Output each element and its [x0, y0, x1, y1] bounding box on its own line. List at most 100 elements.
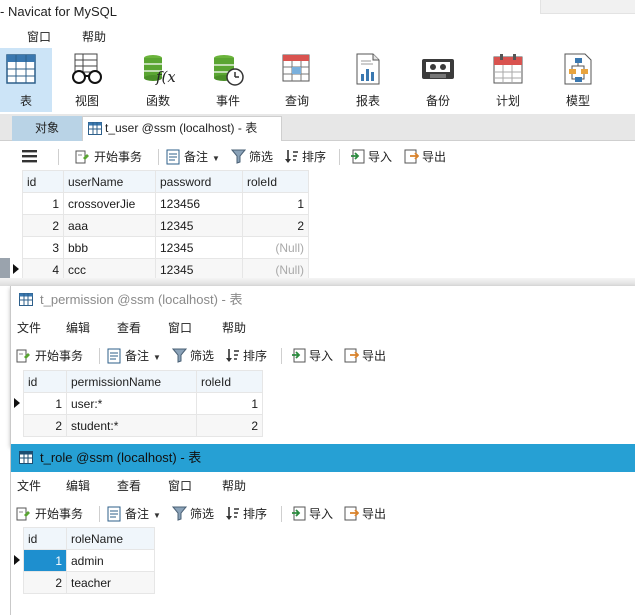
import-button[interactable]: 导入	[291, 505, 333, 523]
toolbar-report-button[interactable]: 报表	[337, 48, 399, 112]
tab-t-user[interactable]: t_user @ssm (localhost) - 表	[82, 116, 282, 141]
table-row[interactable]: 2 aaa 12345 2	[22, 214, 309, 237]
table-window-icon	[19, 451, 33, 464]
column-header-roleid[interactable]: roleId	[242, 170, 309, 193]
cell-id[interactable]: 2	[22, 214, 64, 237]
cell-roleid-null[interactable]: (Null)	[242, 236, 309, 259]
cell-id-selected[interactable]: 1	[23, 549, 67, 572]
menu-window[interactable]: 窗口	[168, 319, 192, 336]
filter-button[interactable]: 筛选	[171, 505, 214, 523]
t-user-grid: id userName password roleId 1 crossoverJ…	[22, 170, 309, 281]
memo-dropdown-caret-icon[interactable]: ▼	[153, 353, 161, 362]
t-permission-window: t_permission @ssm (localhost) - 表 文件 编辑 …	[10, 286, 635, 446]
import-button[interactable]: 导入	[350, 148, 392, 166]
export-button[interactable]: 导出	[404, 148, 446, 166]
export-icon	[344, 348, 360, 363]
menu-hamburger-icon[interactable]	[22, 147, 41, 165]
sort-button[interactable]: 排序	[225, 505, 267, 523]
menu-window[interactable]: 窗口	[27, 28, 51, 45]
t-permission-title: t_permission @ssm (localhost) - 表	[40, 292, 243, 307]
table-row[interactable]: 2 teacher	[23, 571, 155, 594]
tab-objects[interactable]: 对象	[12, 116, 82, 141]
column-header-id[interactable]: id	[23, 527, 67, 550]
cell-username[interactable]: aaa	[63, 214, 156, 237]
cell-id[interactable]: 1	[23, 392, 67, 415]
column-header-id[interactable]: id	[22, 170, 64, 193]
cell-permissionname[interactable]: student:*	[66, 414, 197, 437]
cell-roleid[interactable]: 1	[242, 192, 309, 215]
filter-button[interactable]: 筛选	[230, 148, 273, 166]
menu-file[interactable]: 文件	[17, 319, 41, 336]
t-role-titlebar[interactable]: t_role @ssm (localhost) - 表	[11, 444, 635, 472]
column-header-permissionname[interactable]: permissionName	[66, 370, 197, 393]
table-row[interactable]: 1 admin	[23, 549, 155, 572]
export-button[interactable]: 导出	[344, 505, 386, 523]
toolbar-view-button[interactable]: 视图	[56, 48, 118, 112]
menu-help[interactable]: 帮助	[82, 28, 106, 45]
toolbar-view-label: 视图	[74, 94, 99, 108]
toolbar-schedule-button[interactable]: 计划	[477, 48, 539, 112]
memo-button[interactable]: 备注 ▼	[107, 347, 161, 365]
cell-id[interactable]: 3	[22, 236, 64, 259]
cell-roleid[interactable]: 1	[196, 392, 263, 415]
cell-username[interactable]: bbb	[63, 236, 156, 259]
begin-transaction-button[interactable]: 开始事务	[16, 505, 83, 523]
menu-window[interactable]: 窗口	[168, 477, 192, 494]
toolbar-separator	[158, 149, 159, 165]
cell-roleid[interactable]: 2	[196, 414, 263, 437]
menu-edit[interactable]: 编辑	[66, 477, 90, 494]
toolbar-backup-button[interactable]: 备份	[407, 48, 469, 112]
cell-id[interactable]: 2	[23, 571, 67, 594]
menu-view[interactable]: 查看	[117, 477, 141, 494]
t-permission-titlebar[interactable]: t_permission @ssm (localhost) - 表	[11, 286, 635, 314]
toolbar-function-button[interactable]: f(x) 函数	[127, 48, 189, 112]
toolbar-model-button[interactable]: 模型	[547, 48, 609, 112]
memo-button[interactable]: 备注 ▼	[107, 505, 161, 523]
cell-rolename[interactable]: teacher	[66, 571, 155, 594]
t-role-grid: id roleName 1 admin 2 teacher	[23, 527, 155, 594]
toolbar-separator	[281, 348, 282, 364]
memo-dropdown-caret-icon[interactable]: ▼	[153, 511, 161, 520]
table-tab-icon	[88, 122, 102, 135]
table-row[interactable]: 2 student:* 2	[23, 414, 263, 437]
begin-transaction-button[interactable]: 开始事务	[75, 148, 142, 166]
sort-button[interactable]: 排序	[284, 148, 326, 166]
toolbar-schedule-label: 计划	[495, 94, 520, 108]
cell-id[interactable]: 1	[22, 192, 64, 215]
menu-help[interactable]: 帮助	[222, 477, 246, 494]
column-header-username[interactable]: userName	[63, 170, 156, 193]
export-button[interactable]: 导出	[344, 347, 386, 365]
cell-rolename[interactable]: admin	[66, 549, 155, 572]
filter-label: 筛选	[190, 349, 215, 363]
column-header-roleid[interactable]: roleId	[196, 370, 263, 393]
toolbar-event-button[interactable]: 事件	[197, 48, 259, 112]
column-header-rolename[interactable]: roleName	[66, 527, 155, 550]
table-row[interactable]: 3 bbb 12345 (Null)	[22, 236, 309, 259]
svg-text:f(x): f(x)	[155, 68, 175, 86]
cell-roleid[interactable]: 2	[242, 214, 309, 237]
memo-button[interactable]: 备注 ▼	[166, 148, 220, 166]
column-header-password[interactable]: password	[155, 170, 243, 193]
menu-help[interactable]: 帮助	[222, 319, 246, 336]
sort-button[interactable]: 排序	[225, 347, 267, 365]
begin-transaction-button[interactable]: 开始事务	[16, 347, 83, 365]
begin-transaction-label: 开始事务	[94, 150, 143, 164]
table-row[interactable]: 1 user:* 1	[23, 392, 263, 415]
toolbar-query-button[interactable]: 查询	[266, 48, 328, 112]
column-header-id[interactable]: id	[23, 370, 67, 393]
menu-file[interactable]: 文件	[17, 477, 41, 494]
memo-dropdown-caret-icon[interactable]: ▼	[212, 154, 220, 163]
import-button[interactable]: 导入	[291, 347, 333, 365]
filter-button[interactable]: 筛选	[171, 347, 215, 365]
cell-username[interactable]: crossoverJie	[63, 192, 156, 215]
cell-password[interactable]: 12345	[155, 214, 243, 237]
table-row[interactable]: 1 crossoverJie 123456 1	[22, 192, 309, 215]
cell-permissionname[interactable]: user:*	[66, 392, 197, 415]
menu-edit[interactable]: 编辑	[66, 319, 90, 336]
cell-id[interactable]: 2	[23, 414, 67, 437]
toolbar-table-button[interactable]: 表	[0, 48, 52, 112]
cell-password[interactable]: 12345	[155, 236, 243, 259]
export-label: 导出	[362, 507, 387, 521]
cell-password[interactable]: 123456	[155, 192, 243, 215]
menu-view[interactable]: 查看	[117, 319, 141, 336]
